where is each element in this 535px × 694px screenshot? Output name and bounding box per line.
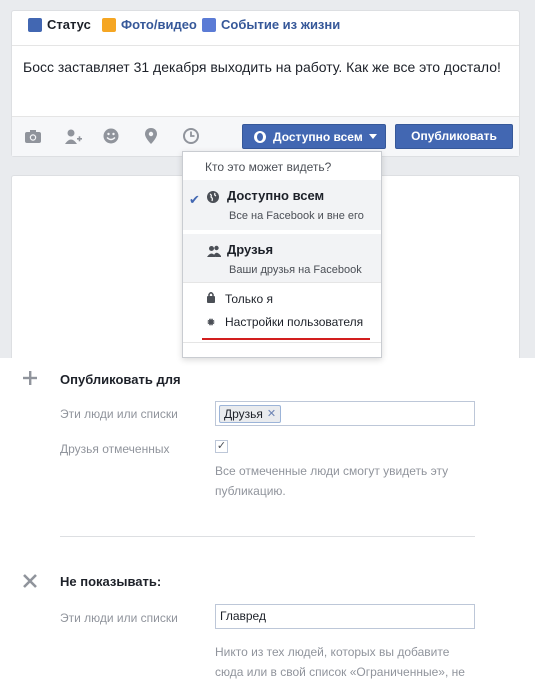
audience-option-custom-label: Настройки пользователя xyxy=(225,315,364,329)
tab-photo-video-label: Фото/видео xyxy=(121,17,197,32)
gear-icon: ✹ xyxy=(206,316,216,329)
chevron-down-icon xyxy=(368,134,377,139)
clock-icon[interactable] xyxy=(182,127,200,145)
close-icon xyxy=(22,571,38,593)
share-people-label: Эти люди или списки xyxy=(60,407,178,421)
tab-status-label: Статус xyxy=(47,17,91,32)
remove-token-icon[interactable]: ✕ xyxy=(267,406,276,422)
dont-share-people-label: Эти люди или списки xyxy=(60,611,178,625)
dont-share-help-line-2: сюда или в свой список «Ограниченные», н… xyxy=(215,665,465,679)
composer-tabs: Статус Фото/видео Событие из жизни xyxy=(12,11,519,41)
audience-option-only-me-label: Только я xyxy=(225,291,273,306)
friends-token-label: Друзья xyxy=(224,407,263,421)
friends-token: Друзья ✕ xyxy=(219,405,282,423)
dont-share-people-input[interactable]: Главред xyxy=(215,604,475,629)
tab-photo-video[interactable]: Фото/видео xyxy=(102,17,197,32)
publish-button[interactable]: Опубликовать xyxy=(395,124,513,149)
audience-dropdown-menu: Кто это может видеть? ✔ Доступно всем Вс… xyxy=(182,151,382,358)
share-with-title: Опубликовать для xyxy=(60,372,181,387)
tagged-friends-checkbox[interactable]: ✓ xyxy=(215,440,228,453)
tab-divider xyxy=(12,45,519,46)
smiley-icon[interactable] xyxy=(102,127,120,145)
life-event-flag-icon xyxy=(202,17,216,32)
menu-divider xyxy=(183,342,381,343)
tagged-help-line-2: публикацию. xyxy=(215,484,286,498)
audience-option-public-title: Доступно всем xyxy=(227,188,325,203)
audience-menu-header: Кто это может видеть? xyxy=(205,160,332,174)
tab-life-event[interactable]: Событие из жизни xyxy=(202,17,340,32)
tab-life-event-label: Событие из жизни xyxy=(221,17,341,32)
tag-friends-icon[interactable] xyxy=(63,127,82,145)
highlight-underline xyxy=(202,338,370,340)
photo-video-icon xyxy=(102,17,116,32)
lock-icon xyxy=(205,291,217,306)
dont-share-title: Не показывать: xyxy=(60,574,162,589)
share-people-input[interactable]: Друзья ✕ xyxy=(215,401,475,426)
tab-status[interactable]: Статус xyxy=(28,17,91,32)
dont-share-value: Главред xyxy=(220,609,266,623)
friends-icon xyxy=(207,244,221,257)
section-divider xyxy=(60,536,475,537)
tagged-help-line-1: Все отмеченные люди смогут увидеть эту xyxy=(215,464,449,478)
menu-divider xyxy=(183,282,381,283)
audience-option-friends-subtitle: Ваши друзья на Facebook xyxy=(229,264,362,276)
audience-option-friends-title: Друзья xyxy=(227,242,274,257)
location-pin-icon[interactable] xyxy=(142,127,160,145)
camera-icon[interactable] xyxy=(24,127,42,145)
post-composer: Статус Фото/видео Событие из жизни Босс … xyxy=(11,10,520,157)
composer-footer: Доступно всем Опубликовать xyxy=(12,116,519,156)
audience-selector-label: Доступно всем xyxy=(273,129,363,144)
globe-icon xyxy=(207,190,219,203)
post-text-input[interactable]: Босс заставляет 31 декабря выходить на р… xyxy=(23,59,501,75)
audience-selector-button[interactable]: Доступно всем xyxy=(242,124,386,149)
audience-option-public[interactable]: ✔ Доступно всем Все на Facebook и вне ег… xyxy=(183,180,381,230)
audience-option-only-me[interactable]: Только я xyxy=(205,291,273,306)
audience-option-public-subtitle: Все на Facebook и вне его xyxy=(229,210,364,222)
status-pencil-icon xyxy=(28,17,42,32)
dont-share-help-line-1: Никто из тех людей, которых вы добавите xyxy=(215,645,450,659)
plus-icon xyxy=(22,368,38,390)
audience-option-custom[interactable]: ✹ Настройки пользователя xyxy=(205,315,363,329)
globe-icon xyxy=(254,130,266,143)
audience-option-friends[interactable]: Друзья Ваши друзья на Facebook xyxy=(183,234,381,282)
checkmark-icon: ✔ xyxy=(189,192,200,207)
tagged-friends-label: Друзья отмеченных xyxy=(60,442,170,456)
